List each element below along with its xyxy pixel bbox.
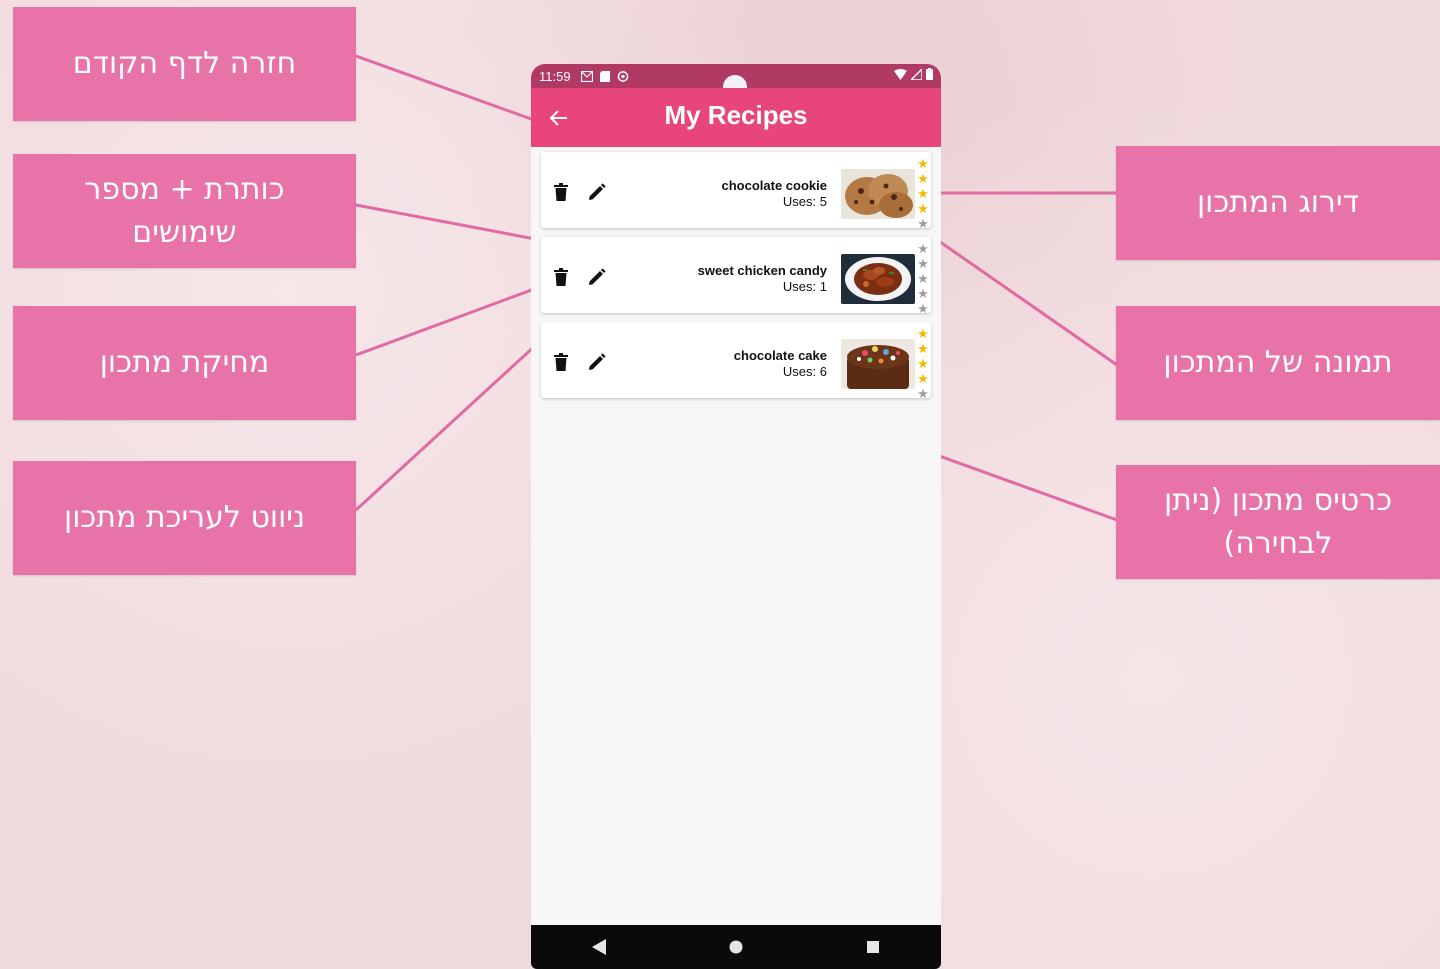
star-filled-icon: ★ [917, 171, 929, 186]
star-empty-icon: ★ [917, 241, 929, 256]
recipe-image [841, 169, 915, 219]
recipe-rating: ★ ★ ★ ★ ★ [917, 241, 929, 316]
star-filled-icon: ★ [917, 156, 929, 171]
callout-edit: ניווט לעריכת מתכון [13, 461, 356, 575]
wifi-icon [894, 68, 907, 80]
star-filled-icon: ★ [917, 201, 929, 216]
recipe-rating: ★ ★ ★ ★ ★ [917, 326, 929, 401]
nav-home-icon[interactable] [729, 940, 743, 954]
cake-image [841, 339, 915, 389]
connector-delete [355, 283, 546, 357]
star-filled-icon: ★ [917, 186, 929, 201]
delete-button[interactable] [551, 182, 571, 202]
recipe-uses: Uses: 1 [782, 279, 827, 294]
recipe-info: chocolate cookie Uses: 5 [722, 178, 827, 210]
callout-delete: מחיקת מתכון [13, 306, 356, 420]
star-filled-icon: ★ [917, 356, 929, 371]
sd-card-icon [599, 70, 610, 82]
status-time: 11:59 [539, 68, 571, 84]
callout-rating-text: דירוג המתכון [1197, 185, 1359, 221]
chicken-dish-image [841, 254, 915, 304]
connector-back [355, 54, 546, 126]
pencil-icon [589, 353, 606, 370]
callout-back-text: חזרה לדף הקודם [72, 46, 297, 82]
star-empty-icon: ★ [917, 301, 929, 316]
gmail-notification-icon [580, 70, 593, 82]
edit-button[interactable] [587, 182, 607, 202]
callout-edit-text: ניווט לעריכת מתכון [64, 500, 305, 536]
page-title: My Recipes [664, 100, 808, 130]
recipe-info: chocolate cake Uses: 6 [734, 348, 827, 380]
recipe-uses: Uses: 6 [782, 364, 827, 379]
recipe-rating: ★ ★ ★ ★ ★ [917, 156, 929, 231]
battery-icon [926, 68, 933, 80]
system-nav-bar [531, 925, 941, 969]
star-empty-icon: ★ [917, 271, 929, 286]
nav-recents-icon[interactable] [866, 940, 880, 954]
callout-title-uses-text: כותרת + מספר שימושים [84, 171, 285, 251]
recipe-title: chocolate cookie [721, 178, 827, 193]
star-filled-icon: ★ [917, 371, 929, 386]
cookie-image [841, 169, 915, 219]
callout-delete-text: מחיקת מתכון [99, 345, 270, 381]
data-saver-icon [617, 70, 628, 82]
signal-icon [911, 68, 922, 80]
edit-button[interactable] [587, 352, 607, 372]
trash-icon [554, 268, 568, 286]
recipe-image [841, 254, 915, 304]
delete-button[interactable] [551, 352, 571, 372]
star-empty-icon: ★ [917, 216, 929, 231]
app-bar: My Recipes [531, 88, 941, 147]
callout-image-text: תמונה של המתכון [1163, 345, 1393, 381]
edit-button[interactable] [587, 267, 607, 287]
recipe-uses: Uses: 5 [782, 194, 827, 209]
callout-image: תמונה של המתכון [1116, 306, 1440, 420]
callout-title-uses: כותרת + מספר שימושים [13, 154, 356, 268]
pencil-icon [589, 268, 606, 285]
recipe-card[interactable]: chocolate cookie Uses: 5 ★ ★ ★ ★ ★ [541, 152, 931, 231]
callout-rating: דירוג המתכון [1116, 146, 1440, 260]
callout-card-text: כרטיס מתכון (ניתן לבחירה) [1163, 482, 1393, 562]
recipe-card[interactable]: chocolate cake Uses: 6 ★ ★ ★ ★ ★ [541, 322, 931, 401]
phone-screen: 11:59 My Recipes chocolate cookie Uses: … [531, 64, 941, 969]
recipe-card[interactable]: sweet chicken candy Uses: 1 ★ ★ ★ ★ ★ [541, 237, 931, 316]
recipe-title: sweet chicken candy [697, 263, 827, 278]
star-filled-icon: ★ [917, 341, 929, 356]
star-empty-icon: ★ [917, 286, 929, 301]
trash-icon [554, 353, 568, 371]
delete-button[interactable] [551, 267, 571, 287]
recipe-title: chocolate cake [733, 348, 827, 363]
callout-card: כרטיס מתכון (ניתן לבחירה) [1116, 465, 1440, 579]
star-filled-icon: ★ [917, 326, 929, 341]
star-empty-icon: ★ [917, 256, 929, 271]
callout-back: חזרה לדף הקודם [13, 7, 356, 121]
recipe-image [841, 339, 915, 389]
pencil-icon [589, 183, 606, 200]
star-empty-icon: ★ [917, 386, 929, 401]
nav-back-icon[interactable] [592, 939, 607, 955]
recipe-info: sweet chicken candy Uses: 1 [698, 263, 827, 295]
trash-icon [554, 183, 568, 201]
